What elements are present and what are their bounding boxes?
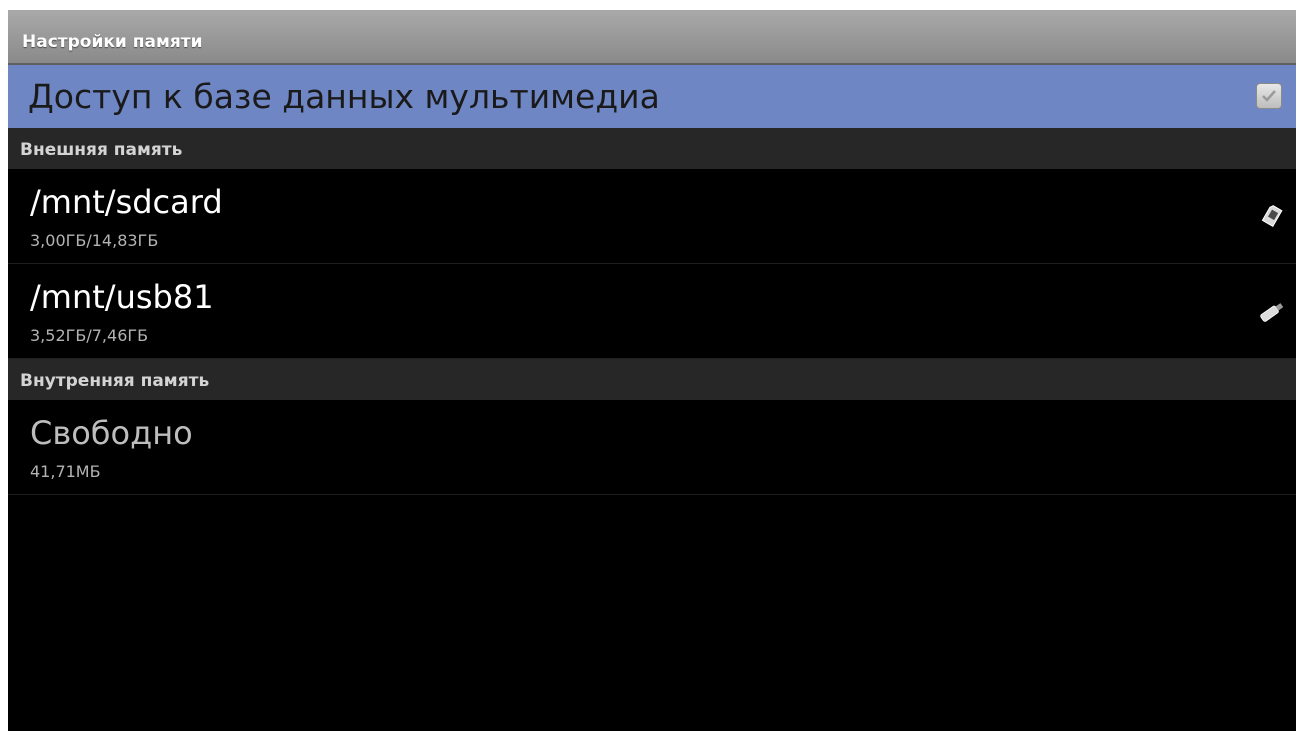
- storage-usage: 3,00ГБ/14,83ГБ: [30, 231, 159, 250]
- section-header-external: Внешняя память: [8, 128, 1296, 169]
- list-item-usb[interactable]: /mnt/usb81 3,52ГБ/7,46ГБ: [8, 264, 1296, 359]
- free-space-value: 41,71МБ: [30, 462, 101, 481]
- free-space-label: Свободно: [30, 414, 193, 452]
- list-item-sdcard[interactable]: /mnt/sdcard 3,00ГБ/14,83ГБ: [8, 169, 1296, 264]
- storage-path: /mnt/usb81: [30, 278, 214, 316]
- storage-settings-screen: Настройки памяти Доступ к базе данных му…: [8, 10, 1296, 731]
- storage-usage: 3,52ГБ/7,46ГБ: [30, 326, 149, 345]
- title-bar: Настройки памяти: [8, 10, 1296, 65]
- media-database-access-checkbox[interactable]: [1256, 83, 1282, 109]
- section-title-external: Внешняя память: [20, 140, 183, 160]
- media-database-access-row[interactable]: Доступ к базе данных мультимедиа: [8, 65, 1296, 128]
- media-database-access-label: Доступ к базе данных мультимедиа: [28, 77, 660, 116]
- page-title: Настройки памяти: [22, 32, 203, 52]
- usb-drive-icon: [1260, 303, 1284, 322]
- section-header-internal: Внутренняя память: [8, 359, 1296, 400]
- sd-card-icon: [1261, 205, 1283, 227]
- storage-path: /mnt/sdcard: [30, 183, 223, 221]
- list-item-free-space: Свободно 41,71МБ: [8, 400, 1296, 495]
- checkmark-icon: [1262, 90, 1276, 102]
- section-title-internal: Внутренняя память: [20, 371, 210, 391]
